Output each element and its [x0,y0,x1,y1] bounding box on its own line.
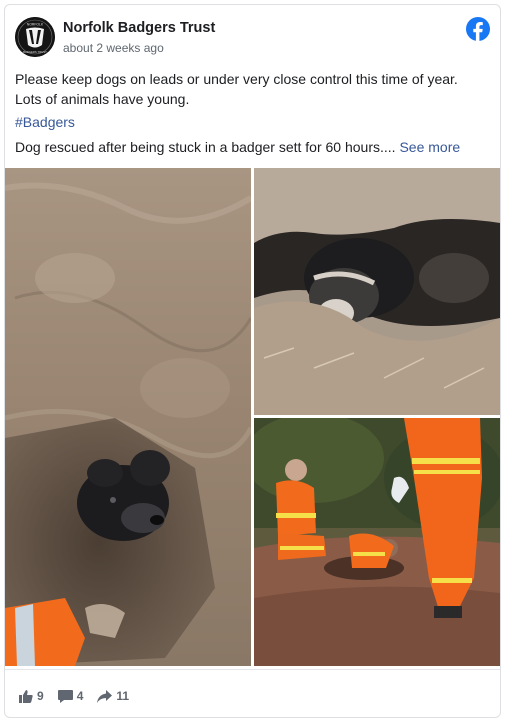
page-name[interactable]: Norfolk Badgers Trust [63,20,215,36]
post-excerpt: Dog rescued after being stuck in a badge… [15,139,460,155]
post-timestamp[interactable]: about 2 weeks ago [63,41,164,55]
footer-divider [5,669,500,670]
likes-count: 9 [37,689,44,703]
thumbs-up-icon [19,689,33,703]
comments-count: 4 [76,689,84,703]
post-header: NORFOLK BADGERS TRUST Norfolk Badgers Tr… [15,17,490,61]
dog-under-earth-ledge-photo[interactable] [254,168,500,415]
comment-icon [57,689,73,703]
dog-in-sett-photo[interactable] [5,168,251,666]
photo-grid [5,168,500,666]
hashtag-link[interactable]: #Badgers [15,114,75,130]
shares-count: 11 [116,689,130,703]
facebook-post-card: NORFOLK BADGERS TRUST Norfolk Badgers Tr… [4,4,501,718]
likes-stat[interactable]: 9 [19,689,44,703]
comments-stat[interactable]: 4 [57,689,84,703]
shares-stat[interactable]: 11 [97,689,129,703]
share-icon [97,689,113,703]
badger-logo-icon: NORFOLK BADGERS TRUST [15,17,55,57]
rescue-team-photo[interactable] [254,418,500,666]
engagement-bar: 9 4 11 [19,686,129,706]
excerpt-text: Dog rescued after being stuck in a badge… [15,139,396,155]
see-more-link[interactable]: See more [399,139,460,155]
logo-text-top: NORFOLK [27,23,44,27]
facebook-icon[interactable] [466,17,490,41]
page-avatar[interactable]: NORFOLK BADGERS TRUST [15,17,55,57]
logo-text-bottom: BADGERS TRUST [23,50,47,54]
post-body-text: Please keep dogs on leads or under very … [15,71,458,107]
